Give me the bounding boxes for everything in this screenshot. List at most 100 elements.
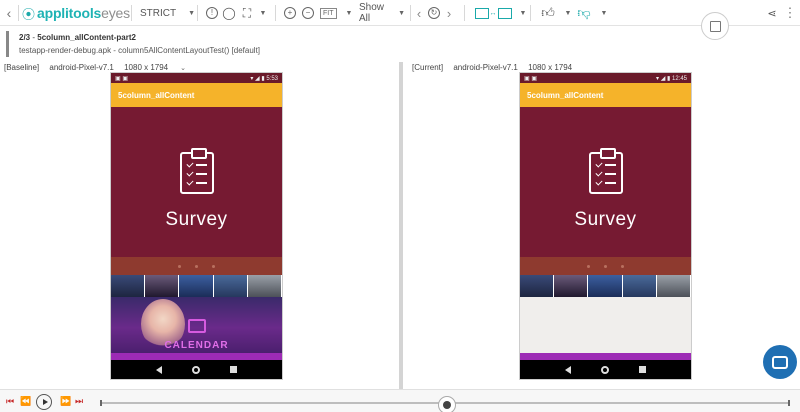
match-level-select[interactable]: STRICT ▼ xyxy=(140,4,196,22)
current-screenshot[interactable]: ▣ ▣ ▾ ◢ ▮ 12:45 5column_allContent Surve… xyxy=(519,72,692,380)
play-icon xyxy=(42,399,48,405)
survey-label: Survey xyxy=(574,209,637,230)
divider xyxy=(197,5,198,21)
current-resolution: 1080 x 1794 xyxy=(528,63,573,72)
logo-mark-icon: ⦿ xyxy=(22,6,36,22)
chevron-down-icon[interactable]: ▼ xyxy=(516,4,527,22)
settings-icon[interactable]: ⋮ xyxy=(783,4,797,22)
applitools-logo: ⦿ applitoolseyes xyxy=(22,4,130,22)
divider xyxy=(464,5,465,21)
thumbnail xyxy=(588,275,623,297)
baseline-resolution: 1080 x 1794 xyxy=(124,63,169,72)
signal-icons: ▾ ◢ ▮ xyxy=(250,75,267,82)
status-time: 5:53 xyxy=(266,75,278,82)
notification-icons: ▣ ▣ xyxy=(115,75,129,82)
show-all-select[interactable]: Show All ▼ xyxy=(359,2,405,24)
share-icon[interactable]: ⋖ xyxy=(765,4,779,22)
divider xyxy=(410,5,411,21)
zoom-in-icon[interactable]: + xyxy=(283,4,297,22)
current-label: [Current] android-Pixel-v7.1 1080 x 1794 xyxy=(412,63,580,72)
baseline-device: android-Pixel-v7.1 xyxy=(49,63,114,72)
step-title: 2/3 - 5column_allContent-part2 xyxy=(19,33,796,42)
logo-product: eyes xyxy=(101,5,130,21)
baseline-screenshot[interactable]: ▣ ▣ ▾ ◢ ▮ 5:53 5column_allContent Survey… xyxy=(110,72,283,380)
pager-dots xyxy=(111,257,282,275)
divider xyxy=(530,5,531,21)
empty-tile xyxy=(520,297,691,353)
app-title: 5column_allContent xyxy=(520,83,691,107)
app-title: 5column_allContent xyxy=(111,83,282,107)
chevron-down-icon[interactable]: ▼ xyxy=(342,4,353,22)
next-icon[interactable]: › xyxy=(444,4,454,22)
survey-tile: Survey xyxy=(520,107,691,257)
step-info: 2/3 - 5column_allContent-part2 testapp-r… xyxy=(6,31,796,57)
recents-icon xyxy=(639,366,646,373)
survey-tile: Survey xyxy=(111,107,282,257)
back-icon xyxy=(156,365,162,374)
step-separator: - xyxy=(32,33,36,42)
current-tag: [Current] xyxy=(412,63,444,72)
signal-icons: ▾ ◢ ▮ xyxy=(656,75,672,82)
step-name: 5column_allContent-part2 xyxy=(37,33,136,42)
prev-step-icon[interactable]: ⏪ xyxy=(20,396,31,407)
thumbnail xyxy=(145,275,180,297)
calendar-icon xyxy=(188,319,206,333)
comment-icon[interactable]: ◯ xyxy=(222,4,236,22)
prev-icon[interactable]: ‹ xyxy=(414,4,424,22)
thumbnail xyxy=(656,275,691,297)
chat-icon xyxy=(772,355,788,369)
android-nav-bar xyxy=(111,360,282,379)
compare-icon[interactable]: ↔ xyxy=(474,4,512,22)
status-bar: ▣ ▣ ▾ ◢ ▮ 12:45 xyxy=(520,73,691,83)
recents-icon xyxy=(230,366,237,373)
chat-button[interactable] xyxy=(763,345,797,379)
chevron-down-icon[interactable]: ▼ xyxy=(597,4,608,22)
clipboard-icon xyxy=(589,148,623,194)
timeline-handle[interactable] xyxy=(438,396,456,412)
divider xyxy=(18,5,19,21)
baseline-tag: [Baseline] xyxy=(4,63,40,72)
zoom-out-icon[interactable]: − xyxy=(301,4,315,22)
thumbnail xyxy=(554,275,589,297)
panel-divider[interactable] xyxy=(399,62,403,389)
fit-button[interactable]: FIT xyxy=(320,4,337,22)
show-all-label: Show All xyxy=(359,2,385,24)
refresh-icon[interactable]: ↻ xyxy=(427,4,441,22)
calendar-tile: CALENDAR xyxy=(111,297,282,353)
android-nav-bar xyxy=(520,360,691,379)
thumbnail-strip xyxy=(520,275,691,297)
timeline-tick xyxy=(788,400,790,406)
back-icon xyxy=(565,365,571,374)
chevron-down-icon: ▼ xyxy=(188,9,196,17)
calendar-label: CALENDAR xyxy=(164,340,229,351)
home-icon xyxy=(601,365,609,374)
top-toolbar: ‹ ⦿ applitoolseyes STRICT ▼ ! ◯ ⛶ ▼ + − F… xyxy=(0,0,800,26)
save-button[interactable] xyxy=(701,12,729,40)
notification-icons: ▣ ▣ xyxy=(524,75,538,82)
status-bar: ▣ ▣ ▾ ◢ ▮ 5:53 xyxy=(111,73,282,83)
chevron-down-icon[interactable]: ▼ xyxy=(256,4,267,22)
thumbs-down-icon[interactable]: 👎︎ xyxy=(576,4,592,22)
chevron-down-icon[interactable]: ▼ xyxy=(561,4,572,22)
divider xyxy=(275,5,276,21)
home-icon xyxy=(192,365,200,374)
info-icon[interactable]: ! xyxy=(205,4,219,22)
accent-strip xyxy=(520,353,691,360)
last-step-icon[interactable]: ⏭ xyxy=(75,396,83,407)
next-step-icon[interactable]: ⏩ xyxy=(60,396,71,407)
thumbnail xyxy=(247,275,282,297)
thumbnail xyxy=(213,275,248,297)
thumbnail-strip xyxy=(111,275,282,297)
thumbnail xyxy=(622,275,657,297)
logo-brand: applitools xyxy=(37,5,102,21)
current-device: android-Pixel-v7.1 xyxy=(453,63,518,72)
play-button[interactable] xyxy=(36,394,52,410)
back-chevron-icon[interactable]: ‹ xyxy=(2,4,16,22)
chevron-down-icon[interactable]: ⌄ xyxy=(180,65,186,72)
crop-icon[interactable]: ⛶ xyxy=(240,4,254,22)
first-step-icon[interactable]: ⏮ xyxy=(6,396,14,407)
thumbnail xyxy=(520,275,555,297)
survey-label: Survey xyxy=(165,209,228,230)
step-counter: 2/3 xyxy=(19,33,31,42)
thumbs-up-icon[interactable]: 👍︎ xyxy=(540,4,556,22)
